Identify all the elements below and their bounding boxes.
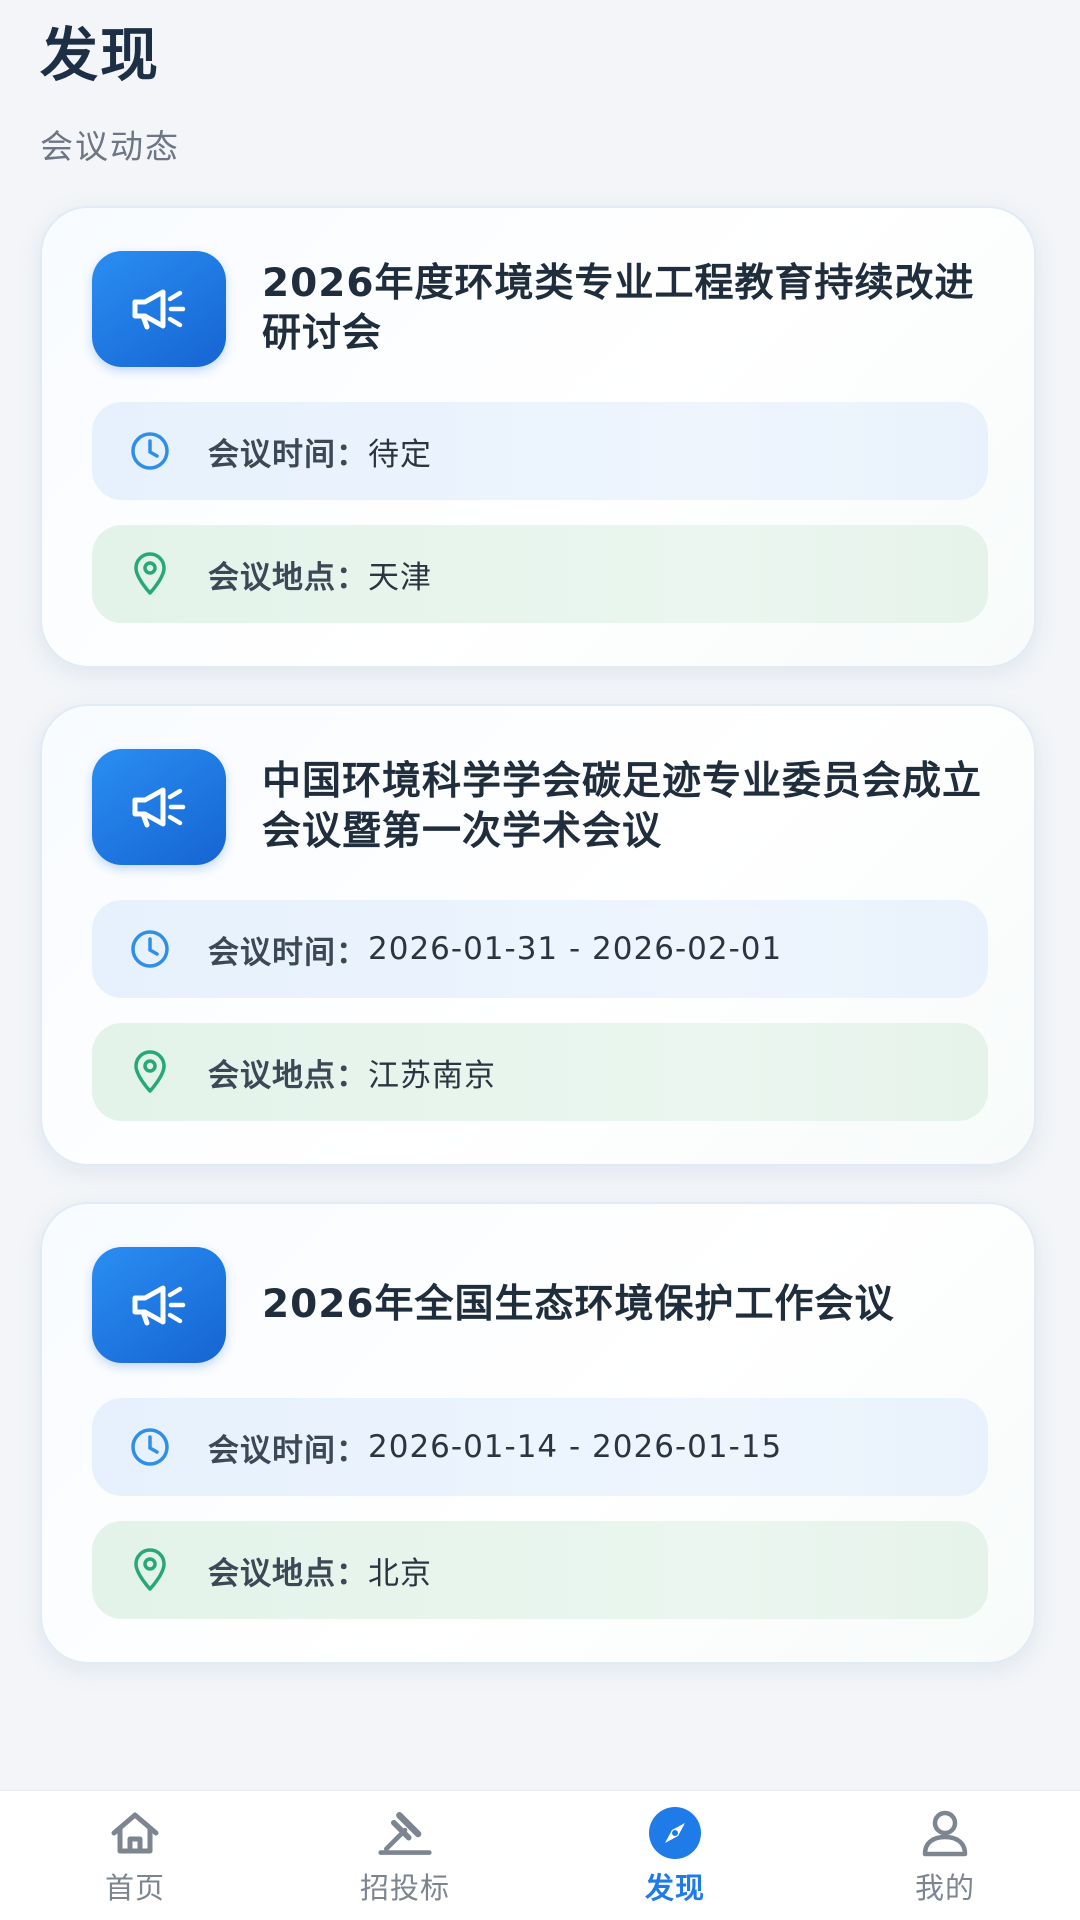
meeting-time-row: 会议时间： 2026-01-14 - 2026-01-15	[92, 1398, 988, 1496]
gavel-icon	[377, 1805, 433, 1861]
meeting-card[interactable]: 2026年度环境类专业工程教育持续改进研讨会 会议时间： 待定 会议地点： 天津	[40, 206, 1036, 668]
tab-home[interactable]: 首页	[35, 1796, 235, 1916]
tab-discover[interactable]: 发现	[575, 1796, 775, 1916]
meeting-title: 中国环境科学学会碳足迹专业委员会成立会议暨第一次学术会议	[262, 759, 983, 854]
page-subtitle: 会议动态	[40, 127, 180, 166]
meeting-time-value: 2026-01-14 - 2026-01-15	[368, 1429, 783, 1465]
user-icon	[917, 1805, 973, 1861]
megaphone-icon	[92, 1247, 226, 1363]
location-pin-icon	[128, 1050, 172, 1094]
tab-discover-label: 发现	[644, 1871, 705, 1905]
clock-icon	[128, 429, 172, 473]
meeting-card[interactable]: 2026年全国生态环境保护工作会议 会议时间： 2026-01-14 - 202…	[40, 1202, 1036, 1664]
meeting-time-row: 会议时间： 待定	[92, 402, 988, 500]
tab-home-label: 首页	[104, 1871, 165, 1905]
meeting-card-header: 2026年度环境类专业工程教育持续改进研讨会	[92, 250, 994, 368]
clock-icon	[128, 1425, 172, 1469]
page-header: 发现 会议动态	[40, 20, 180, 168]
meeting-place-row: 会议地点： 江苏南京	[92, 1023, 988, 1121]
tab-bidding-label: 招投标	[359, 1871, 450, 1905]
meeting-time-label: 会议时间：	[208, 1432, 368, 1469]
meeting-time-row: 会议时间： 2026-01-31 - 2026-02-01	[92, 900, 988, 998]
meeting-title: 2026年全国生态环境保护工作会议	[262, 1282, 895, 1327]
meeting-list: 2026年度环境类专业工程教育持续改进研讨会 会议时间： 待定 会议地点： 天津…	[40, 206, 1036, 1700]
tab-mine-label: 我的	[914, 1871, 975, 1905]
meeting-place-label: 会议地点：	[208, 1555, 368, 1592]
clock-icon	[128, 927, 172, 971]
meeting-time-value: 2026-01-31 - 2026-02-01	[368, 931, 783, 967]
tab-bidding[interactable]: 招投标	[305, 1796, 505, 1916]
meeting-place-value: 北京	[368, 1555, 432, 1592]
meeting-place-row: 会议地点： 北京	[92, 1521, 988, 1619]
home-icon	[107, 1805, 163, 1861]
meeting-place-label: 会议地点：	[208, 559, 368, 596]
meeting-place-value: 江苏南京	[368, 1057, 496, 1094]
megaphone-icon	[92, 749, 226, 865]
meeting-card-header: 2026年全国生态环境保护工作会议	[92, 1246, 994, 1364]
location-pin-icon	[128, 1548, 172, 1592]
meeting-time-value: 待定	[368, 436, 432, 473]
page-title: 发现	[40, 21, 161, 89]
tab-mine[interactable]: 我的	[845, 1796, 1045, 1916]
discover-page: 发现 会议动态 2026年度环境类专业工程教育持续改进研讨会 会议时间： 待定 …	[0, 0, 1080, 1920]
meeting-card-header: 中国环境科学学会碳足迹专业委员会成立会议暨第一次学术会议	[92, 748, 994, 866]
meeting-title: 2026年度环境类专业工程教育持续改进研讨会	[262, 261, 975, 356]
meeting-card[interactable]: 中国环境科学学会碳足迹专业委员会成立会议暨第一次学术会议 会议时间： 2026-…	[40, 704, 1036, 1166]
meeting-place-label: 会议地点：	[208, 1057, 368, 1094]
compass-icon	[647, 1805, 703, 1861]
meeting-place-row: 会议地点： 天津	[92, 525, 988, 623]
meeting-time-label: 会议时间：	[208, 436, 368, 473]
meeting-time-label: 会议时间：	[208, 934, 368, 971]
megaphone-icon	[92, 251, 226, 367]
location-pin-icon	[128, 552, 172, 596]
meeting-place-value: 天津	[368, 559, 432, 596]
bottom-tab-bar: 首页 招投标 发现 我的	[0, 1790, 1080, 1920]
